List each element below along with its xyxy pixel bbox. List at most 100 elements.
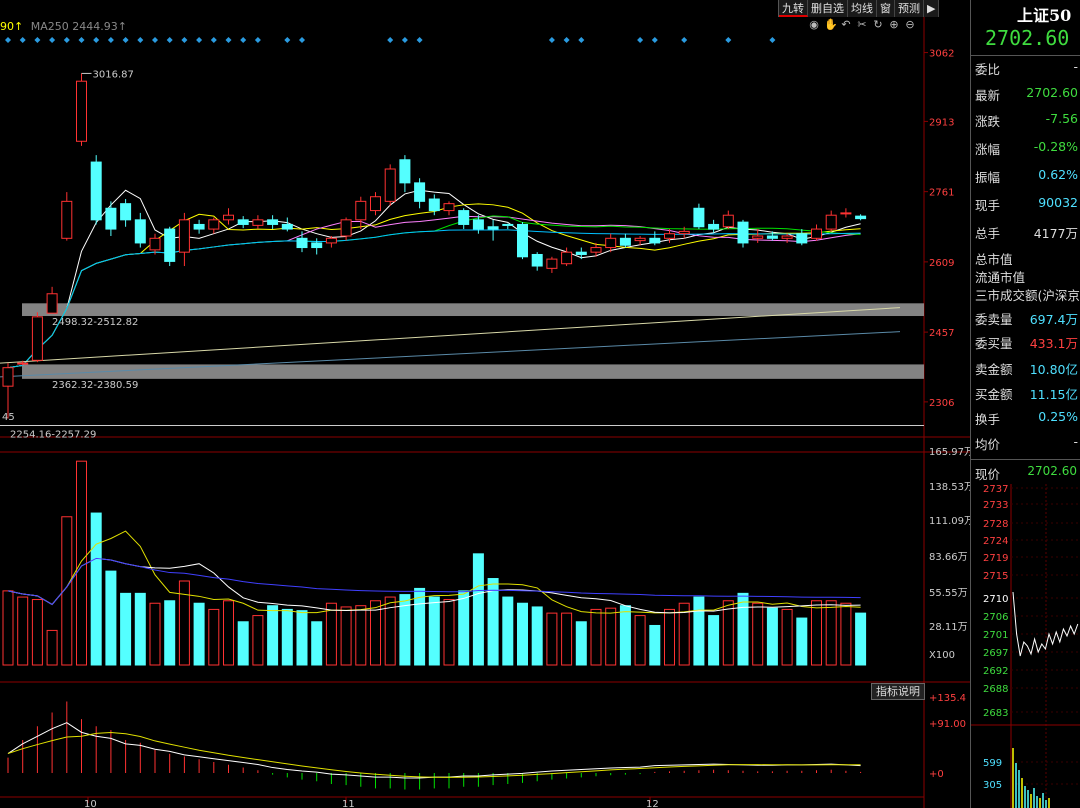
quote-row-label: 委比 (975, 62, 1001, 77)
candle-down (487, 226, 499, 230)
mini-axis-label: 2683 (983, 708, 1008, 719)
volume-bar (428, 596, 440, 666)
toolbar-remove-favorite-button[interactable]: 删自选 (808, 0, 848, 17)
toolbar-window-button[interactable]: 窗 (877, 0, 895, 17)
quote-row-value: 90032 (1038, 195, 1078, 210)
volume-axis-label: 28.11万 (929, 622, 968, 633)
signal-marker (416, 37, 423, 43)
mini-axis-label: 2728 (983, 519, 1008, 530)
candle-up (61, 200, 73, 239)
ma-prefix: 90↑ (0, 20, 24, 33)
quote-row-label: 现手 (975, 198, 1001, 213)
candle-up (752, 235, 764, 239)
candle-down (649, 237, 661, 244)
quote-row-label: 最新 (975, 88, 1001, 103)
candle-up (149, 237, 161, 251)
volume-bar (105, 570, 117, 666)
candle-up (178, 219, 190, 253)
volume-bar (340, 606, 352, 666)
date-label: 12 (646, 799, 659, 808)
candle-down (134, 219, 146, 244)
volume-bar (90, 512, 102, 666)
volume-bar (811, 600, 822, 666)
volume-bar (546, 612, 558, 666)
volume-bar (46, 629, 58, 666)
quote-row: 现手 90032 (971, 191, 1080, 216)
mini-axis-label: 2701 (983, 630, 1008, 641)
signal-marker (19, 37, 26, 43)
mini-axis-label: 2697 (983, 648, 1008, 659)
candle-down (105, 207, 117, 230)
candle-up (546, 258, 558, 269)
signal-marker (401, 37, 408, 43)
mini-axis-label: 599 (983, 758, 1002, 769)
candle-up (76, 80, 87, 142)
toolbar-more-button[interactable]: ▶ (924, 0, 940, 17)
candle-up (17, 362, 29, 365)
eye-icon[interactable]: ◉ (808, 19, 820, 31)
volume-bar (605, 607, 617, 666)
signal-marker (578, 37, 585, 43)
signal-marker (637, 37, 644, 43)
mini-axis-label: 2715 (983, 571, 1008, 582)
candle-down (575, 251, 587, 255)
candle-up (252, 219, 264, 226)
kline-chart[interactable]: 3062 2913 2761 2609 2457 2306 2498.32-2512.82 2… (0, 0, 970, 808)
volume-bar (2, 590, 14, 666)
candle-down (766, 235, 778, 239)
quote-row-value: 0.62% (1038, 167, 1078, 182)
price-axis-label: 3062 (929, 49, 954, 60)
mini-axis-label: 305 (983, 780, 1002, 791)
volume-bar (296, 610, 308, 666)
candle-down (193, 223, 205, 230)
candle-up (208, 219, 220, 230)
quote-row-label: 总手 (975, 226, 1001, 241)
candle-up (781, 235, 793, 239)
volume-bar (590, 608, 602, 666)
mini-axis-label: 2733 (983, 500, 1008, 511)
volume-bar (414, 587, 426, 666)
candle-down (502, 223, 514, 226)
volume-bar (76, 460, 87, 666)
toolbar-forecast-button[interactable]: 预测 (895, 0, 924, 17)
volume-axis-label: X100 (929, 650, 955, 661)
volume-bar (825, 600, 837, 666)
scissors-icon[interactable]: ✂ (856, 19, 868, 31)
undo-icon[interactable]: ↶ (840, 19, 852, 31)
signal-marker (725, 37, 732, 43)
indicator-help-button[interactable]: 指标说明 (871, 683, 925, 700)
candle-up (840, 212, 852, 215)
volume-bar (708, 615, 720, 666)
signal-marker (196, 37, 203, 43)
volume-bar (134, 592, 146, 666)
volume-axis-label: 138.53万 (929, 482, 970, 493)
mini-axis-label: 2719 (983, 553, 1008, 564)
candle-down (237, 219, 249, 225)
signal-marker (93, 37, 100, 43)
zoom-out-icon[interactable]: ⊖ (904, 19, 916, 31)
candle-down (90, 161, 102, 221)
signal-marker (240, 37, 247, 43)
intraday-mini-chart[interactable]: 2737 2733 2728 2724 2719 2715 2710 2706 2701 2697… (971, 484, 1080, 808)
volume-bar (781, 608, 793, 666)
hand-icon[interactable]: ✋ (824, 19, 838, 31)
zoom-in-icon[interactable]: ⊕ (888, 19, 900, 31)
refresh-icon[interactable]: ↻ (872, 19, 884, 31)
price-axis-label: 2761 (929, 188, 954, 199)
candle-up (443, 203, 455, 212)
quote-row-value: 697.4万 (1029, 312, 1078, 327)
volume-bar (840, 602, 852, 666)
candle-up (722, 214, 734, 228)
volume-bar (472, 553, 484, 666)
quote-row: 委比 - (971, 55, 1080, 80)
volume-bar (31, 599, 43, 666)
quote-row-value: 2702.60 (1026, 85, 1078, 100)
quote-row: 委买量 433.1万 (971, 329, 1080, 354)
signal-marker (34, 37, 41, 43)
signal-marker (166, 37, 173, 43)
ma60-line (7, 229, 861, 369)
toolbar-ma-button[interactable]: 均线 (848, 0, 877, 17)
signal-marker (63, 37, 70, 43)
current-price-label: 现价 (975, 467, 1001, 482)
toolbar-jiuzhuan-button[interactable]: 九转 (779, 0, 808, 17)
